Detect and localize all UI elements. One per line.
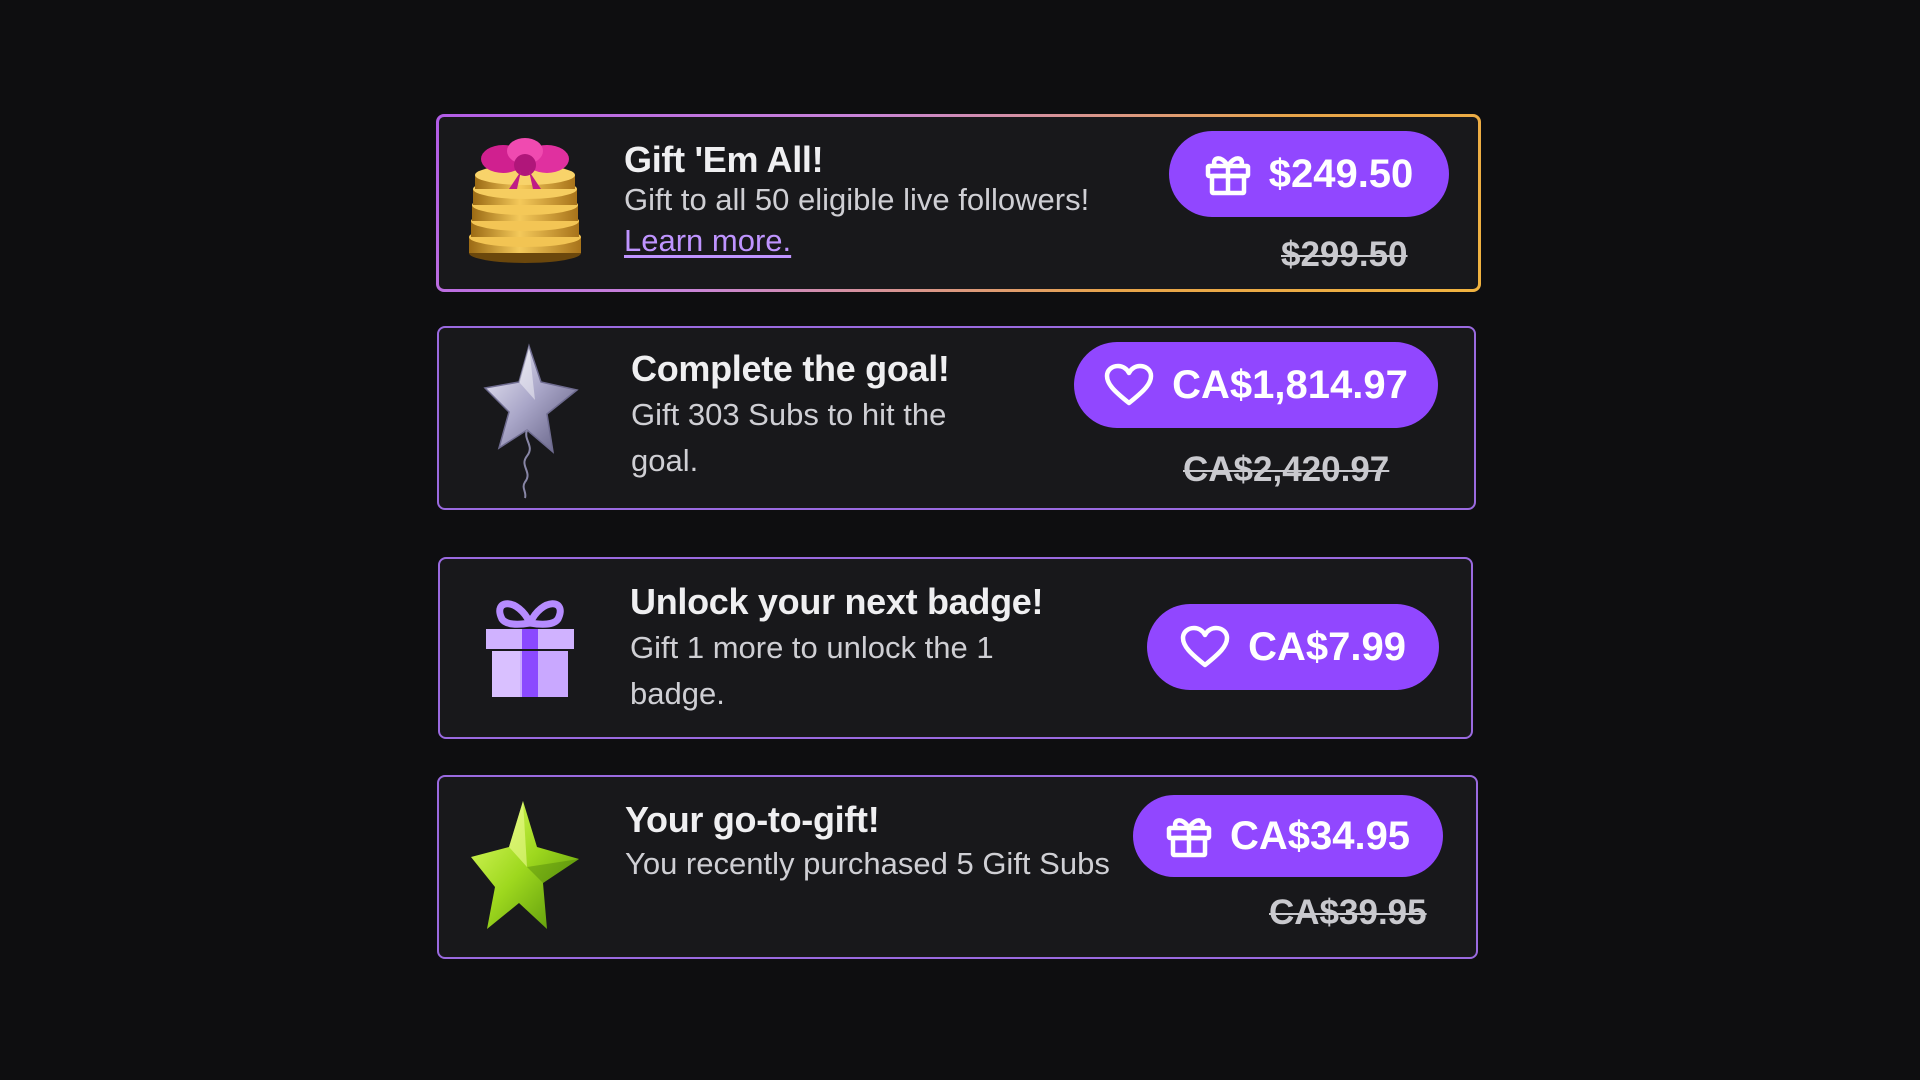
offer-description: Gift 1 more to unlock the 1 badge. [630, 630, 994, 711]
buy-button-unlock-badge[interactable]: CA$7.99 [1147, 604, 1439, 690]
offer-title: Your go-to-gift! [625, 799, 880, 840]
original-price: CA$39.95 [1269, 893, 1427, 932]
offer-card-complete-goal: Complete the goal! Gift 303 Subs to hit … [437, 326, 1476, 510]
learn-more-link[interactable]: Learn more. [624, 223, 791, 259]
price-label: $249.50 [1268, 151, 1414, 196]
offer-description: Gift 303 Subs to hit the goal. [631, 397, 947, 478]
original-price: $299.50 [1281, 235, 1408, 274]
offer-card-gift-em-all: Gift 'Em All! Gift to all 50 eligible li… [436, 114, 1481, 292]
green-star-icon [469, 797, 581, 941]
offer-description: You recently purchased 5 Gift Subs [625, 846, 1110, 881]
price-label: CA$7.99 [1248, 624, 1406, 669]
gold-coins-icon [463, 137, 587, 267]
offer-card-unlock-badge: Unlock your next badge! Gift 1 more to u… [438, 557, 1473, 739]
offer-description: Gift to all 50 eligible live followers! [624, 182, 1090, 217]
gift-box-icon [484, 595, 576, 699]
offer-title: Gift 'Em All! [624, 139, 824, 180]
buy-button-gift-em-all[interactable]: $249.50 [1169, 131, 1449, 217]
gift-icon [1166, 818, 1212, 858]
gift-icon [1205, 156, 1250, 196]
original-price: CA$2,420.97 [1183, 450, 1390, 489]
star-balloon-icon [483, 340, 579, 500]
offer-title: Complete the goal! [631, 348, 950, 389]
buy-button-go-to-gift[interactable]: CA$34.95 [1133, 795, 1443, 877]
offer-card-go-to-gift: Your go-to-gift! You recently purchased … [437, 775, 1478, 959]
price-label: CA$1,814.97 [1172, 362, 1408, 407]
heart-icon [1180, 625, 1230, 668]
offer-title: Unlock your next badge! [630, 581, 1044, 622]
price-label: CA$34.95 [1229, 813, 1411, 858]
buy-button-complete-goal[interactable]: CA$1,814.97 [1074, 342, 1438, 428]
heart-icon [1104, 363, 1154, 406]
